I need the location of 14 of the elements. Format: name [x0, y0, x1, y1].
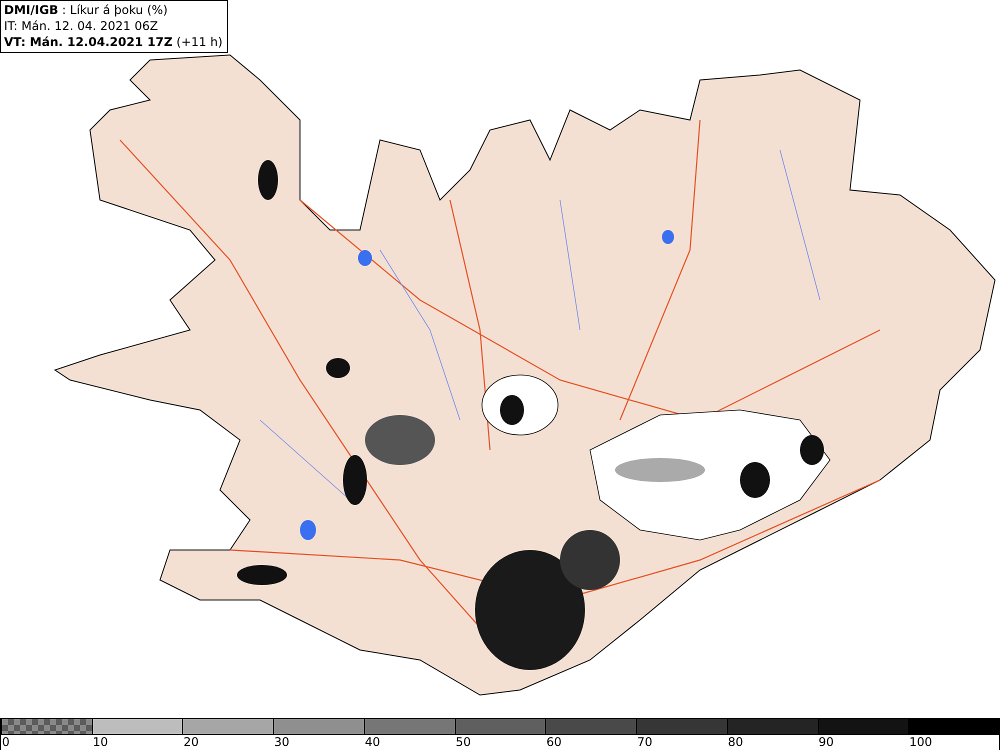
legend-label: 0: [1, 735, 10, 750]
legend-label: 10: [92, 735, 108, 750]
header-text: IT: Mán. 12. 04. 2021 06Z: [4, 18, 159, 34]
legend-label: 60: [545, 735, 562, 750]
legend-label: 20: [182, 735, 199, 750]
legend-label: 30: [273, 735, 290, 750]
header-text: VT: Mán. 12.04.2021 17Z (+11 h): [4, 34, 223, 50]
legend-label: 100: [908, 735, 932, 750]
legend-label: 40: [364, 735, 380, 750]
legend-label: 50: [454, 735, 471, 750]
legend-label: 90: [818, 735, 834, 750]
legend-label: 70: [636, 735, 652, 750]
header-text: DMI/IGB : Líkur á þoku (%): [4, 2, 169, 18]
legend-label: 80: [726, 735, 744, 750]
